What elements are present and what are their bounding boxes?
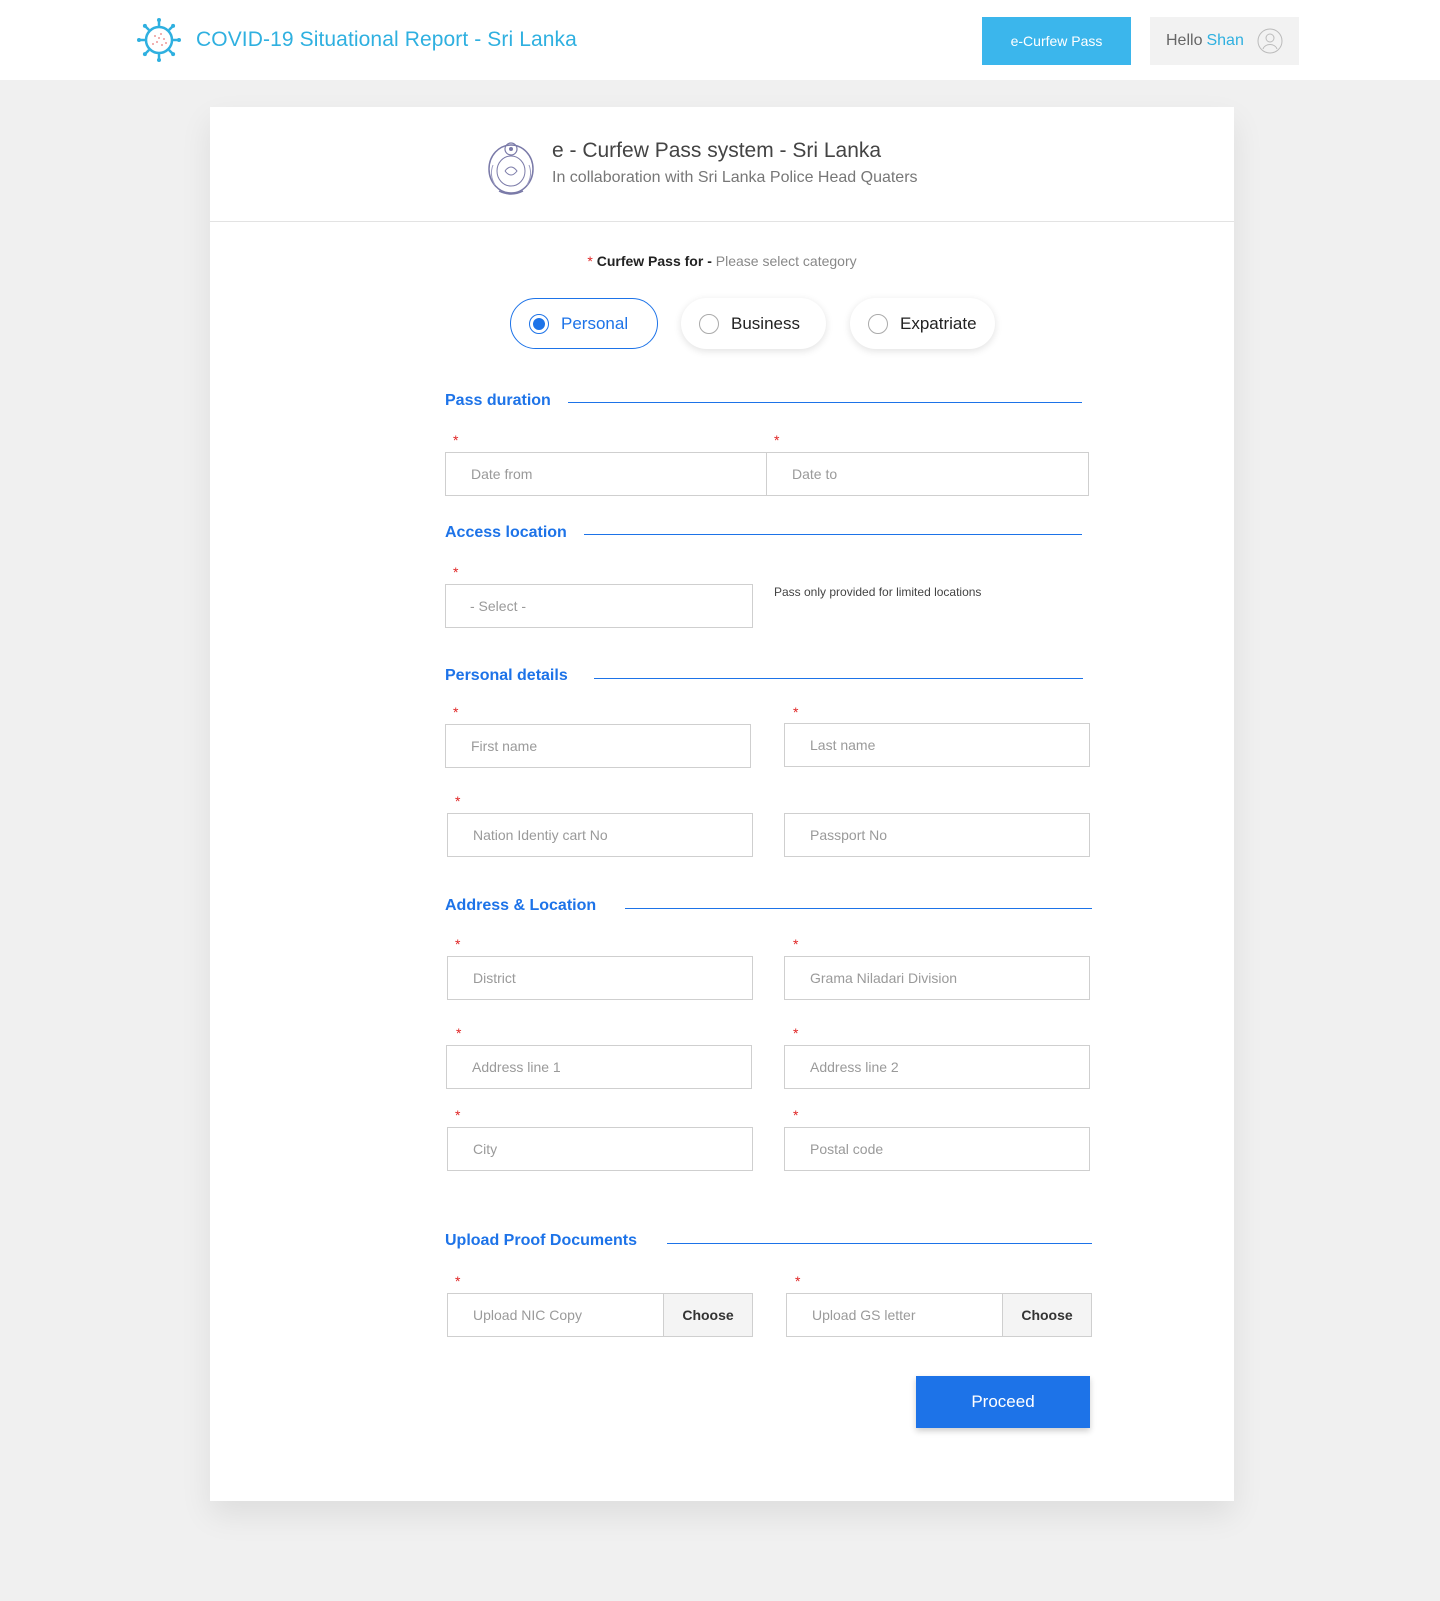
radio-business[interactable]: Business [681, 298, 826, 349]
upload-gs-group: Choose [786, 1293, 1092, 1337]
section-divider [625, 908, 1092, 909]
radio-label: Expatriate [900, 313, 977, 333]
required-mark: * [453, 564, 459, 580]
required-mark: * [455, 1107, 461, 1123]
upload-nic-input[interactable] [447, 1293, 664, 1337]
section-title-personal-details: Personal details [445, 667, 568, 684]
section-title-upload-docs: Upload Proof Documents [445, 1232, 638, 1249]
access-location-select[interactable]: - Select - [445, 584, 753, 628]
card-header: e - Curfew Pass system - Sri Lanka In co… [210, 107, 1234, 222]
last-name-input[interactable] [784, 723, 1090, 767]
choose-nic-button[interactable]: Choose [664, 1293, 753, 1337]
required-mark: * [456, 1025, 462, 1041]
section-divider [667, 1243, 1092, 1244]
radio-label: Personal [561, 313, 629, 333]
required-mark: * [774, 432, 780, 448]
proceed-button[interactable]: Proceed [916, 1376, 1090, 1428]
curfew-pass-form-card: e - Curfew Pass system - Sri Lanka In co… [210, 107, 1234, 1501]
date-from-input[interactable] [445, 452, 767, 496]
location-note: Pass only provided for limited locations [774, 585, 982, 599]
radio-personal[interactable]: Personal [510, 298, 658, 349]
city-input[interactable] [447, 1127, 753, 1171]
upload-nic-group: Choose [447, 1293, 753, 1337]
section-title-pass-duration: Pass duration [445, 392, 551, 409]
user-avatar-icon [1257, 28, 1283, 54]
required-mark: * [793, 1025, 799, 1041]
required-mark: * [455, 793, 461, 809]
radio-unchecked-icon [699, 313, 719, 334]
card-title: e - Curfew Pass system - Sri Lanka [552, 139, 882, 162]
address-line2-input[interactable] [784, 1045, 1090, 1089]
required-mark: * [793, 704, 799, 720]
section-divider [584, 534, 1082, 535]
e-curfew-pass-button[interactable]: e-Curfew Pass [982, 17, 1131, 65]
nic-input[interactable] [447, 813, 753, 857]
section-divider [568, 402, 1082, 403]
required-mark: * [455, 1273, 461, 1289]
section-divider [594, 678, 1083, 679]
user-name: Shan [1206, 32, 1244, 49]
required-mark: * [453, 432, 459, 448]
first-name-input[interactable] [445, 724, 751, 768]
date-to-input[interactable] [766, 452, 1089, 496]
category-label-text: Curfew Pass for - [596, 253, 712, 269]
category-label: * Curfew Pass for - Please select catego… [210, 253, 1234, 269]
radio-expatriate[interactable]: Expatriate [850, 298, 995, 349]
postal-code-input[interactable] [784, 1127, 1090, 1171]
required-mark: * [793, 1107, 799, 1123]
required-mark: * [455, 936, 461, 952]
district-input[interactable] [447, 956, 753, 1000]
upload-gs-input[interactable] [786, 1293, 1003, 1337]
radio-unchecked-icon [868, 313, 888, 334]
card-subtitle: In collaboration with Sri Lanka Police H… [552, 169, 918, 186]
greeting-text: Hello [1166, 32, 1203, 49]
top-navbar: COVID-19 Situational Report - Sri Lanka … [0, 0, 1440, 80]
choose-gs-button[interactable]: Choose [1003, 1293, 1092, 1337]
section-title-access-location: Access location [445, 524, 567, 541]
app-title: COVID-19 Situational Report - Sri Lanka [196, 28, 577, 51]
address-line1-input[interactable] [446, 1045, 752, 1089]
passport-input[interactable] [784, 813, 1090, 857]
virus-logo-icon [137, 18, 181, 62]
gn-division-input[interactable] [784, 956, 1090, 1000]
category-hint: Please select category [715, 253, 857, 269]
brand[interactable]: COVID-19 Situational Report - Sri Lanka [137, 18, 577, 62]
user-menu[interactable]: Hello Shan [1150, 17, 1299, 65]
section-title-address-location: Address & Location [445, 897, 597, 914]
police-emblem-icon [488, 142, 534, 195]
required-mark: * [587, 253, 593, 269]
required-mark: * [793, 936, 799, 952]
required-mark: * [795, 1273, 801, 1289]
radio-checked-icon [529, 313, 549, 334]
radio-label: Business [731, 313, 800, 333]
required-mark: * [453, 704, 459, 720]
